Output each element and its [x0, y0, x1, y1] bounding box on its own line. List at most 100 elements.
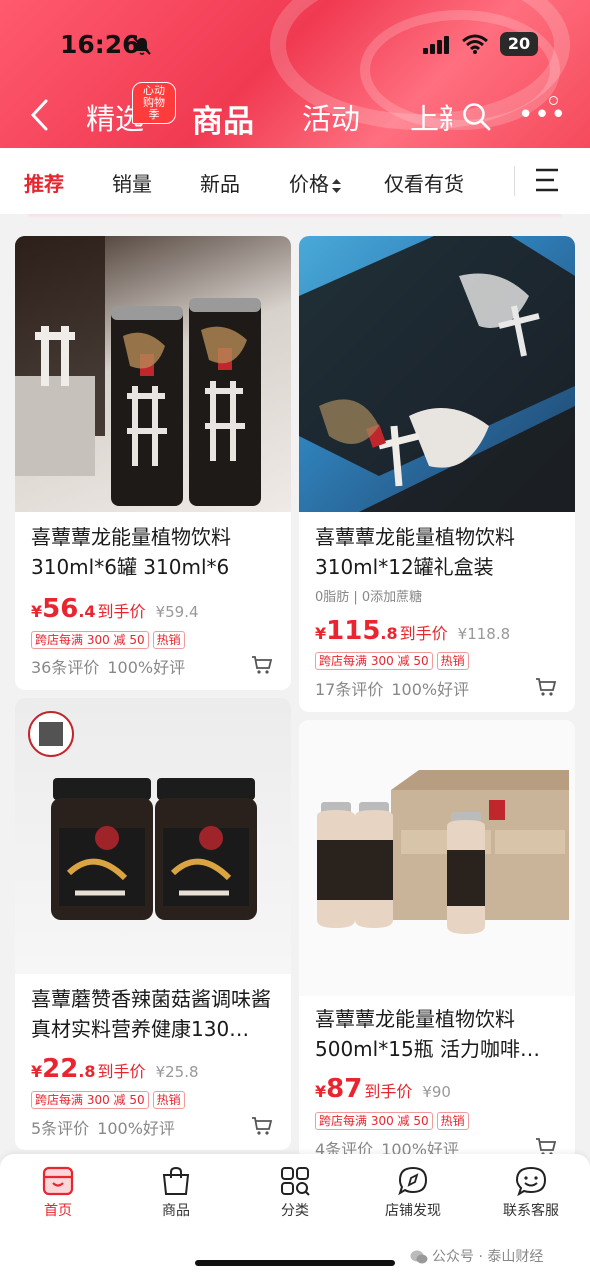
home-shop-icon [42, 1166, 74, 1196]
product-card[interactable]: 喜蕈蕈龙能量植物饮料310ml*12罐礼盒装 0脂肪 | 0添加蔗糖 ¥115.… [299, 236, 575, 712]
grid-categories-icon [281, 1167, 310, 1196]
hot-tag: 热销 [152, 631, 185, 649]
back-arrow-icon[interactable] [28, 98, 50, 132]
shopping-bag-icon [162, 1166, 190, 1195]
filter-recommended[interactable]: 推荐 [24, 168, 64, 197]
review-count: 5条评价 [31, 1119, 90, 1138]
energy-drink-bottles-box-illustration [317, 770, 569, 934]
battery-indicator: 20 [500, 32, 538, 56]
price-row: ¥87 到手价 ¥90 [315, 1074, 451, 1104]
watermark: 公众号 · 泰山财经 [410, 1246, 543, 1266]
product-image[interactable] [15, 236, 291, 512]
filter-in-stock[interactable]: 仅看有货 [384, 168, 464, 197]
price-integer: 87 [326, 1074, 363, 1104]
product-title[interactable]: 喜蕈蕈龙能量植物饮料500ml*15瓶 活力咖啡… [315, 1004, 561, 1064]
search-icon[interactable] [462, 102, 492, 132]
product-features: 0脂肪 | 0添加蔗糖 [315, 590, 423, 605]
review-info: 17条评价 100%好评 [315, 676, 477, 700]
tab-store-discover-label: 店铺发现 [385, 1203, 441, 1219]
currency-symbol: ¥ [315, 624, 327, 643]
original-price: ¥118.8 [457, 625, 511, 643]
tab-categories[interactable]: 分类 [250, 1166, 340, 1220]
tab-products[interactable]: 商品 [192, 96, 254, 141]
product-image[interactable] [299, 236, 575, 512]
review-count: 36条评价 [31, 658, 100, 677]
hot-tag: 热销 [436, 652, 469, 670]
product-title[interactable]: 喜蕈蘑赞香辣菌菇酱调味酱真材实料营养健康130… [31, 984, 277, 1044]
filter-bar: 推荐 销量 新品 价格 仅看有货 [0, 148, 590, 214]
filter-price[interactable]: 价格 [289, 168, 341, 197]
menu-icon[interactable] [532, 167, 560, 193]
discount-tag: 跨店每满 300 减 50 [31, 631, 149, 649]
customer-service-icon [515, 1166, 547, 1196]
wifi-icon [462, 34, 488, 54]
tab-home[interactable]: 首页 [13, 1166, 103, 1220]
product-title[interactable]: 喜蕈蕈龙能量植物饮料310ml*6罐 310ml*6 [31, 522, 277, 582]
status-time: 16:26 [60, 30, 140, 59]
price-row: ¥115.8 到手价 ¥118.8 [315, 616, 510, 646]
compass-discover-icon [398, 1166, 428, 1196]
product-card[interactable]: 喜蕈蕈龙能量植物饮料500ml*15瓶 活力咖啡… ¥87 到手价 ¥90 跨店每满… [299, 720, 575, 1160]
tab-home-label: 首页 [44, 1203, 72, 1219]
mute-bell-icon [133, 37, 151, 55]
review-info: 36条评价 100%好评 [31, 654, 193, 678]
promo-tags: 跨店每满 300 减 50 热销 [315, 1110, 473, 1130]
tab-customer-service-label: 联系客服 [503, 1203, 559, 1219]
mushroom-sauce-jars-illustration [28, 711, 257, 920]
currency-symbol: ¥ [315, 1082, 327, 1101]
filter-sales[interactable]: 销量 [112, 168, 152, 197]
currency-symbol: ¥ [31, 602, 43, 621]
cart-icon[interactable] [535, 676, 557, 698]
tab-customer-service[interactable]: 联系客服 [486, 1166, 576, 1220]
product-card[interactable]: 喜蕈蘑赞香辣菌菇酱调味酱真材实料营养健康130… ¥22.8 到手价 ¥25.8 跨… [15, 698, 291, 1150]
tab-activities[interactable]: 活动 [302, 96, 360, 138]
energy-drink-cans-illustration [15, 236, 261, 506]
status-bar: 16:26 20 [0, 26, 590, 62]
promo-tags: 跨店每满 300 减 50 热销 [31, 1089, 189, 1109]
top-nav: 精选 心动购物季 商品 活动 上新 ••• [0, 82, 590, 141]
notification-dot-icon [549, 96, 558, 105]
filter-shadow [28, 214, 562, 218]
price-label: 到手价 [97, 602, 146, 621]
hot-tag: 热销 [152, 1091, 185, 1109]
product-image[interactable] [15, 698, 291, 974]
discount-tag: 跨店每满 300 减 50 [31, 1091, 149, 1109]
product-title[interactable]: 喜蕈蕈龙能量植物饮料310ml*12罐礼盒装 [315, 522, 561, 582]
cart-icon[interactable] [251, 1115, 273, 1137]
price-row: ¥56.4 到手价 ¥59.4 [31, 594, 199, 624]
review-info: 5条评价 100%好评 [31, 1115, 183, 1139]
price-integer: 56 [42, 594, 79, 624]
cart-icon[interactable] [251, 654, 273, 676]
product-image[interactable] [299, 720, 575, 996]
filter-new[interactable]: 新品 [200, 168, 240, 197]
original-price: ¥59.4 [155, 603, 199, 621]
price-integer: 22 [42, 1054, 79, 1084]
divider [514, 166, 515, 196]
discount-tag: 跨店每满 300 减 50 [315, 652, 433, 670]
price-label: 到手价 [364, 1082, 413, 1101]
price-label: 到手价 [97, 1062, 146, 1081]
energy-drink-cans-illustration [299, 236, 575, 512]
review-count: 17条评价 [315, 680, 384, 699]
more-icon[interactable]: ••• [518, 100, 567, 130]
positive-rate: 100%好评 [97, 1119, 175, 1138]
positive-rate: 100%好评 [107, 658, 186, 677]
promo-tags: 跨店每满 300 减 50 热销 [315, 650, 473, 670]
signal-icon [423, 36, 449, 54]
price-decimal: .8 [78, 1062, 96, 1081]
price-decimal: .8 [380, 624, 398, 643]
sort-icon [332, 178, 341, 193]
promo-tags: 跨店每满 300 减 50 热销 [31, 629, 189, 649]
tab-store-discover[interactable]: 店铺发现 [368, 1166, 458, 1220]
currency-symbol: ¥ [31, 1062, 43, 1081]
tab-products-label: 商品 [162, 1203, 190, 1219]
promo-badge: 心动购物季 [132, 82, 176, 124]
tab-products-bottom[interactable]: 商品 [131, 1166, 221, 1220]
positive-rate: 100%好评 [391, 680, 470, 699]
tab-new-arrivals[interactable]: 上新 [410, 96, 452, 138]
price-integer: 115 [326, 616, 381, 646]
price-decimal: .4 [78, 602, 96, 621]
watermark-text: 公众号 · 泰山财经 [432, 1249, 544, 1265]
discount-tag: 跨店每满 300 减 50 [315, 1112, 433, 1130]
product-card[interactable]: 喜蕈蕈龙能量植物饮料310ml*6罐 310ml*6 ¥56.4 到手价 ¥59.4… [15, 236, 291, 690]
